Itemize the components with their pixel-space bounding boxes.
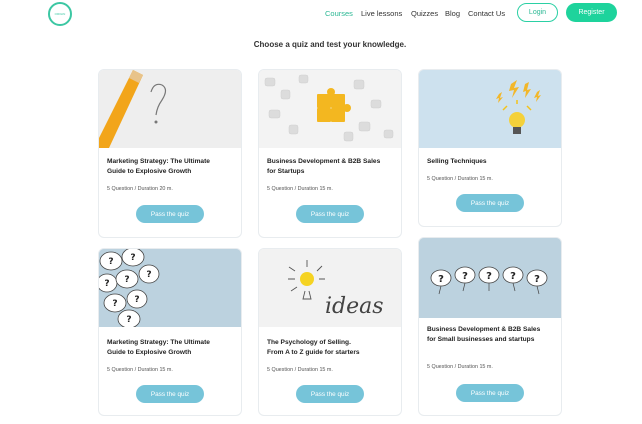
nav-live-lessons[interactable]: Live lessons [361,9,402,18]
nav-contact-us[interactable]: Contact Us [468,9,505,18]
question-mark: ? [146,270,151,280]
question-mark: ? [112,299,117,309]
card-meta: 5 Question / Duration 15 m. [427,364,493,370]
logo[interactable]: ORIGIN [48,2,72,26]
quiz-card: Business Development & B2B Sales for Sta… [258,69,402,238]
site-header: ORIGIN Courses Live lessons Quizzes Blog… [0,0,642,30]
ideas-text: ideas [325,294,384,319]
card-title-line-2: From A to Z guide for starters [267,349,360,356]
card-title-line-1: Selling Techniques [427,158,487,165]
card-title-line-1: Business Development & B2B Sales [427,326,541,333]
register-button[interactable]: Register [566,3,617,22]
pass-quiz-button[interactable]: Pass the quiz [456,384,524,402]
card-title-line-2: for Small businesses and startups [427,336,535,343]
card-title-line-2: Guide to Explosive Growth [107,168,192,175]
question-mark: ? [130,253,135,263]
pass-quiz-button[interactable]: Pass the quiz [456,194,524,212]
lightbulb-image [419,70,561,148]
card-meta: 5 Question / Duration 20 m. [107,186,173,192]
pencil-question-image [99,70,241,148]
card-title-line-1: Business Development & B2B Sales [267,158,381,165]
question-mark: ? [126,315,131,325]
quiz-card: Selling Techniques 5 Question / Duration… [418,69,562,227]
question-mark: ? [108,257,113,267]
puzzle-image [259,70,401,148]
question-mark: ? [124,275,129,285]
question-mark: ? [438,274,444,285]
card-title-line-2: for Startups [267,168,305,175]
question-bubbles-row-image: ? ? ? ? ? [419,238,561,318]
card-title-line-1: The Psychology of Selling. [267,339,351,346]
card-title-line-1: Marketing Strategy: The Ultimate [107,339,210,346]
question-mark: ? [104,279,109,289]
card-meta: 5 Question / Duration 15 m. [267,367,333,373]
question-bubbles-image: ? ? ? ? ? ? ? ? [99,249,241,327]
quiz-card: ? ? ? ? ? Business Development & B2B Sal… [418,237,562,416]
question-mark: ? [134,295,139,305]
card-title-line-2: Guide to Explosive Growth [107,349,192,356]
nav-blog[interactable]: Blog [445,9,460,18]
page-heading: Choose a quiz and test your knowledge. [253,40,407,49]
card-meta: 5 Question / Duration 15 m. [107,367,173,373]
question-mark: ? [510,271,516,282]
question-mark: ? [462,271,468,282]
quiz-card: ? ? ? ? ? ? ? ? Marketing Strategy: The … [98,248,242,416]
ideas-image: ideas [259,249,401,327]
card-title-line-1: Marketing Strategy: The Ultimate [107,158,210,165]
card-meta: 5 Question / Duration 15 m. [427,176,493,182]
card-meta: 5 Question / Duration 15 m. [267,186,333,192]
question-mark: ? [486,271,492,282]
quiz-card: ideas The Psychology of Selling. From A … [258,248,402,416]
login-button[interactable]: Login [517,3,558,22]
pass-quiz-button[interactable]: Pass the quiz [296,385,364,403]
quiz-card: Marketing Strategy: The Ultimate Guide t… [98,69,242,238]
pass-quiz-button[interactable]: Pass the quiz [136,385,204,403]
nav-quizzes[interactable]: Quizzes [411,9,438,18]
logo-text: ORIGIN [54,12,66,16]
question-mark: ? [534,274,540,285]
nav-courses[interactable]: Courses [325,9,353,18]
pass-quiz-button[interactable]: Pass the quiz [136,205,204,223]
pass-quiz-button[interactable]: Pass the quiz [296,205,364,223]
